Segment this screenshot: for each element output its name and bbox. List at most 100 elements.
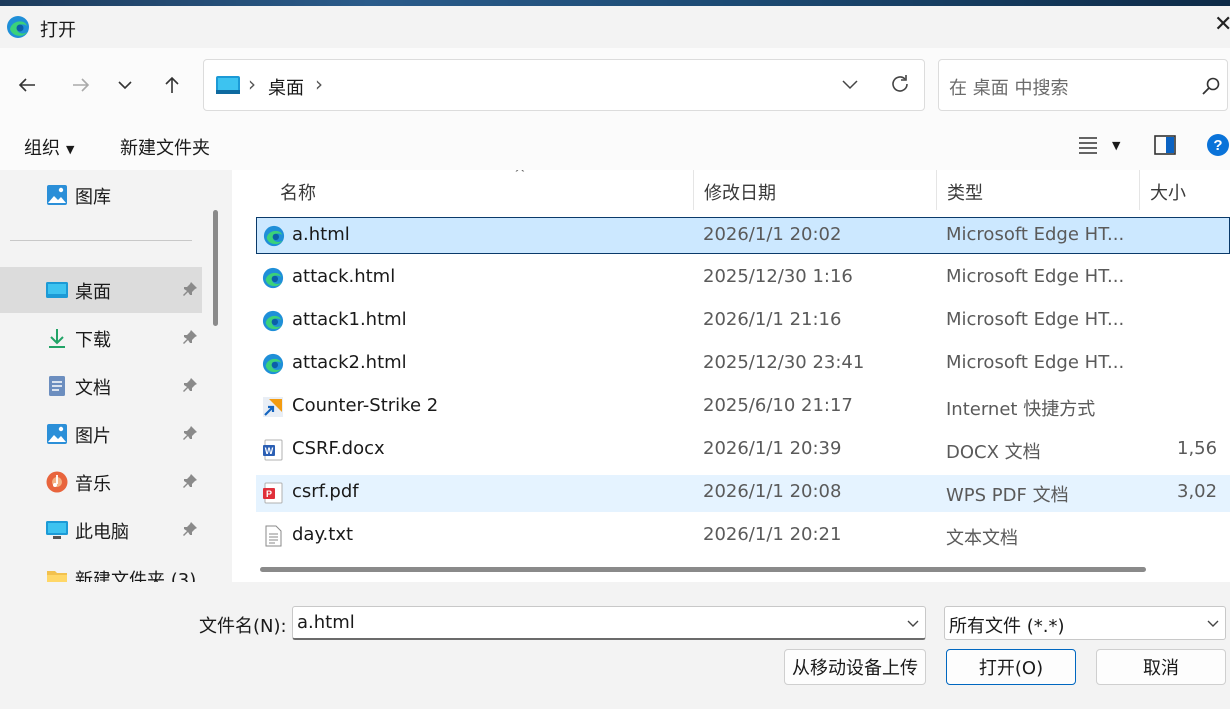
edge-icon	[262, 310, 284, 332]
file-date: 2026/1/1 21:16	[703, 309, 842, 330]
forward-button[interactable]	[64, 68, 98, 102]
file-name: day.txt	[292, 524, 354, 545]
filename-input[interactable]: a.html	[292, 606, 926, 640]
caret-down-icon: ▼	[66, 142, 75, 156]
sidebar-item-label: 音乐	[75, 474, 111, 495]
recent-locations-button[interactable]	[108, 68, 142, 102]
cancel-button[interactable]: 取消	[1096, 649, 1226, 685]
sidebar-item-label: 下载	[75, 330, 111, 351]
file-date: 2025/12/30 1:16	[703, 266, 853, 287]
refresh-icon[interactable]	[888, 72, 912, 96]
file-date: 2026/1/1 20:02	[703, 224, 842, 245]
table-row[interactable]: W CSRF.docx 2026/1/1 20:39 DOCX 文档 1,56	[256, 432, 1230, 469]
sidebar-item-pictures[interactable]: 图片	[0, 411, 202, 457]
breadcrumb-chevron-icon[interactable]: ›	[315, 72, 323, 96]
column-header-type[interactable]: 类型	[937, 170, 1140, 210]
file-type: DOCX 文档	[946, 442, 1041, 463]
up-button[interactable]	[155, 68, 189, 102]
navigation-pane: 图库 桌面 下载 文档 图片 音乐 此电脑 新建文件夹 (3)	[0, 170, 232, 582]
file-name: csrf.pdf	[292, 481, 359, 502]
navigation-bar: › 桌面 › 在 桌面 中搜索	[0, 48, 1230, 122]
new-folder-button[interactable]: 新建文件夹	[120, 134, 210, 160]
file-date: 2025/6/10 21:17	[703, 395, 853, 416]
sidebar-item-desktop[interactable]: 桌面	[0, 267, 202, 313]
column-header-label: 类型	[947, 183, 983, 204]
close-icon[interactable]: ✕	[1214, 12, 1230, 37]
sidebar-scrollbar[interactable]	[213, 210, 218, 326]
organize-menu[interactable]: 组织 ▼	[24, 134, 74, 160]
sidebar-item-documents[interactable]: 文档	[0, 363, 202, 409]
pictures-icon	[47, 424, 67, 444]
preview-pane-icon[interactable]	[1154, 135, 1176, 155]
column-header-label: 大小	[1150, 183, 1186, 204]
pin-icon[interactable]	[182, 329, 198, 345]
file-date: 2025/12/30 23:41	[703, 352, 865, 373]
column-header-name[interactable]: 名称 ^	[270, 170, 694, 210]
edge-icon	[7, 16, 29, 38]
table-row[interactable]: Counter-Strike 2 2025/6/10 21:17 Interne…	[256, 389, 1230, 426]
table-row[interactable]: attack.html 2025/12/30 1:16 Microsoft Ed…	[256, 260, 1230, 297]
search-icon[interactable]	[1201, 76, 1221, 96]
file-name: attack.html	[292, 266, 396, 287]
sidebar-item-gallery[interactable]: 图库	[0, 172, 202, 218]
edge-icon	[263, 225, 285, 247]
pin-icon[interactable]	[182, 521, 198, 537]
horizontal-scrollbar[interactable]	[260, 567, 1146, 572]
column-header-label: 修改日期	[704, 183, 776, 204]
pin-icon[interactable]	[182, 425, 198, 441]
table-row[interactable]: attack1.html 2026/1/1 21:16 Microsoft Ed…	[256, 303, 1230, 340]
sidebar-item-music[interactable]: 音乐	[0, 459, 202, 505]
table-row[interactable]: attack2.html 2025/12/30 23:41 Microsoft …	[256, 346, 1230, 383]
chevron-down-icon[interactable]	[905, 615, 921, 631]
help-icon[interactable]: ?	[1206, 133, 1230, 157]
chevron-down-icon[interactable]	[840, 74, 860, 94]
file-type: 文本文档	[946, 528, 1018, 549]
sidebar-item-label: 图片	[75, 426, 111, 447]
sidebar-item-this-pc[interactable]: 此电脑	[0, 507, 202, 553]
file-name: Counter-Strike 2	[292, 395, 439, 416]
file-type-select[interactable]: 所有文件 (*.*)	[944, 606, 1226, 640]
music-icon	[46, 471, 68, 493]
upload-from-device-button[interactable]: 从移动设备上传	[784, 649, 926, 685]
open-button[interactable]: 打开(O)	[946, 649, 1076, 685]
search-placeholder: 在 桌面 中搜索	[949, 78, 1069, 99]
breadcrumb-desktop[interactable]: 桌面	[268, 74, 304, 100]
file-name: attack2.html	[292, 352, 407, 373]
search-box[interactable]: 在 桌面 中搜索	[938, 59, 1228, 111]
dialog-footer: 文件名(N): a.html 所有文件 (*.*) 从移动设备上传 打开(O) …	[0, 582, 1230, 709]
table-row[interactable]: P csrf.pdf 2026/1/1 20:08 WPS PDF 文档 3,0…	[256, 475, 1230, 512]
pin-icon[interactable]	[182, 281, 198, 297]
computer-icon	[46, 521, 68, 539]
pdf-icon: P	[263, 482, 283, 504]
sidebar-item-label: 桌面	[75, 282, 111, 303]
sidebar-item-label: 文档	[75, 378, 111, 399]
arrow-left-icon	[18, 78, 35, 92]
svg-text:?: ?	[1213, 137, 1222, 154]
breadcrumb-chevron-icon: ›	[248, 72, 256, 96]
shortcut-icon	[263, 397, 283, 417]
pin-icon[interactable]	[182, 377, 198, 393]
file-date: 2026/1/1 20:08	[703, 481, 842, 502]
view-options-icon[interactable]	[1078, 136, 1098, 154]
sidebar-item-downloads[interactable]: 下载	[0, 315, 202, 361]
table-row[interactable]: day.txt 2026/1/1 20:21 文本文档	[256, 518, 1230, 555]
document-icon	[49, 376, 65, 396]
pin-icon[interactable]	[182, 473, 198, 489]
table-row[interactable]: a.html 2026/1/1 20:02 Microsoft Edge HT.…	[256, 217, 1230, 254]
file-type: Microsoft Edge HT...	[946, 224, 1125, 245]
sort-ascending-icon: ^	[514, 170, 526, 182]
edge-icon	[262, 353, 284, 375]
back-button[interactable]	[10, 68, 44, 102]
sidebar-item-label: 图库	[75, 187, 111, 208]
column-header-date[interactable]: 修改日期	[694, 170, 937, 210]
chevron-down-icon	[1207, 620, 1219, 627]
column-header-size[interactable]: 大小	[1140, 170, 1230, 210]
file-name: attack1.html	[292, 309, 407, 330]
caret-down-icon[interactable]: ▼	[1112, 139, 1120, 152]
sidebar-item-new-folder-3[interactable]: 新建文件夹 (3)	[0, 555, 202, 582]
command-toolbar: 组织 ▼ 新建文件夹 ▼ ?	[0, 122, 1230, 170]
title-bar: 打开 ✕	[0, 6, 1230, 48]
address-bar[interactable]: › 桌面 ›	[203, 59, 925, 111]
text-file-icon	[265, 525, 282, 547]
edge-icon	[262, 267, 284, 289]
